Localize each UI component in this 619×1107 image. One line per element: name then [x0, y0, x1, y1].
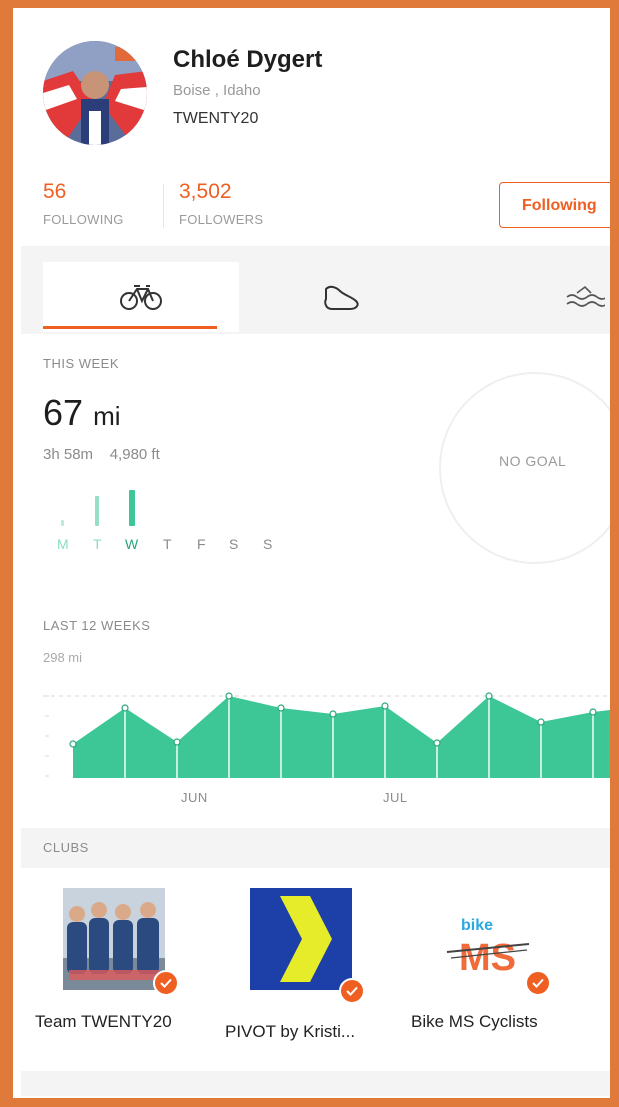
club-name: PIVOT by Kristi...	[225, 1022, 356, 1041]
athlete-name: Chloé Dygert	[173, 46, 323, 73]
athlete-team: TWENTY20	[173, 110, 259, 127]
day-label-thu: T	[163, 536, 172, 552]
day-bar-tue	[95, 496, 99, 526]
bike-ms-logo-bike: bike	[461, 917, 493, 934]
graph-area	[73, 696, 610, 778]
this-week-label: THIS WEEK	[43, 356, 120, 371]
club-member-check-icon	[339, 978, 365, 1004]
day-label-mon: M	[57, 536, 69, 552]
club-member-check-icon	[153, 970, 179, 996]
stats-divider	[163, 184, 164, 228]
day-label-tue: T	[93, 536, 102, 552]
swim-icon	[566, 285, 605, 307]
followers-label: FOLLOWERS	[179, 212, 264, 227]
following-label: FOLLOWING	[43, 212, 124, 227]
goal-text: NO GOAL	[499, 453, 567, 469]
phone-frame: Chloé Dygert Boise , Idaho TWENTY20 56 F…	[13, 8, 610, 1098]
month-label-jun: JUN	[181, 790, 208, 805]
month-label-jul: JUL	[383, 790, 408, 805]
week-time: 3h 58m	[43, 446, 94, 463]
day-label-wed: W	[125, 536, 139, 552]
week-distance-unit: mi	[93, 401, 121, 431]
club-bike-ms-image: bike MS	[437, 888, 539, 990]
profile-screen: Chloé Dygert Boise , Idaho TWENTY20 56 F…	[21, 16, 610, 1096]
club-name: Team TWENTY20	[35, 1012, 172, 1031]
bike-ms-logo: bike MS	[437, 888, 539, 990]
tab-run[interactable]	[257, 262, 427, 332]
pivot-logo	[250, 888, 352, 990]
day-label-sun: S	[263, 536, 273, 552]
tab-ride[interactable]	[43, 262, 239, 332]
tab-swim[interactable]	[521, 262, 610, 332]
club-member-check-icon	[525, 970, 551, 996]
club-name: Bike MS Cyclists	[411, 1012, 538, 1031]
last-12-weeks-label: LAST 12 WEEKS	[43, 618, 151, 633]
active-tab-indicator	[43, 326, 217, 329]
avatar-photo	[43, 41, 147, 145]
team-photo	[63, 888, 165, 990]
following-button[interactable]: Following	[499, 182, 610, 228]
graph-max-label: 298 mi	[43, 650, 83, 665]
week-distance-value: 67	[43, 392, 84, 433]
athlete-location: Boise , Idaho	[173, 82, 261, 99]
avatar[interactable]	[43, 41, 147, 145]
day-label-sat: S	[229, 536, 239, 552]
week-subline: 3h 58m 4,980 ft	[43, 446, 160, 463]
day-bar-mon	[61, 520, 64, 526]
followers-count: 3,502	[179, 180, 232, 203]
sport-tabs	[21, 246, 610, 334]
clubs-label: CLUBS	[43, 840, 89, 855]
bike-icon	[120, 285, 162, 310]
week-elevation: 4,980 ft	[109, 446, 160, 463]
club-pivot-image	[250, 888, 352, 990]
day-bar-wed	[129, 490, 135, 526]
weekly-graph[interactable]	[21, 676, 610, 786]
bike-ms-logo-ms: MS	[459, 937, 516, 979]
graph-ticks	[45, 695, 49, 777]
clubs-header: CLUBS	[21, 828, 610, 868]
shoe-icon	[324, 285, 359, 310]
week-distance: 67 mi	[43, 392, 121, 434]
club-team-twenty20-image	[63, 888, 165, 990]
day-label-fri: F	[197, 536, 206, 552]
following-count: 56	[43, 180, 67, 203]
bottom-section-divider	[21, 1071, 610, 1096]
